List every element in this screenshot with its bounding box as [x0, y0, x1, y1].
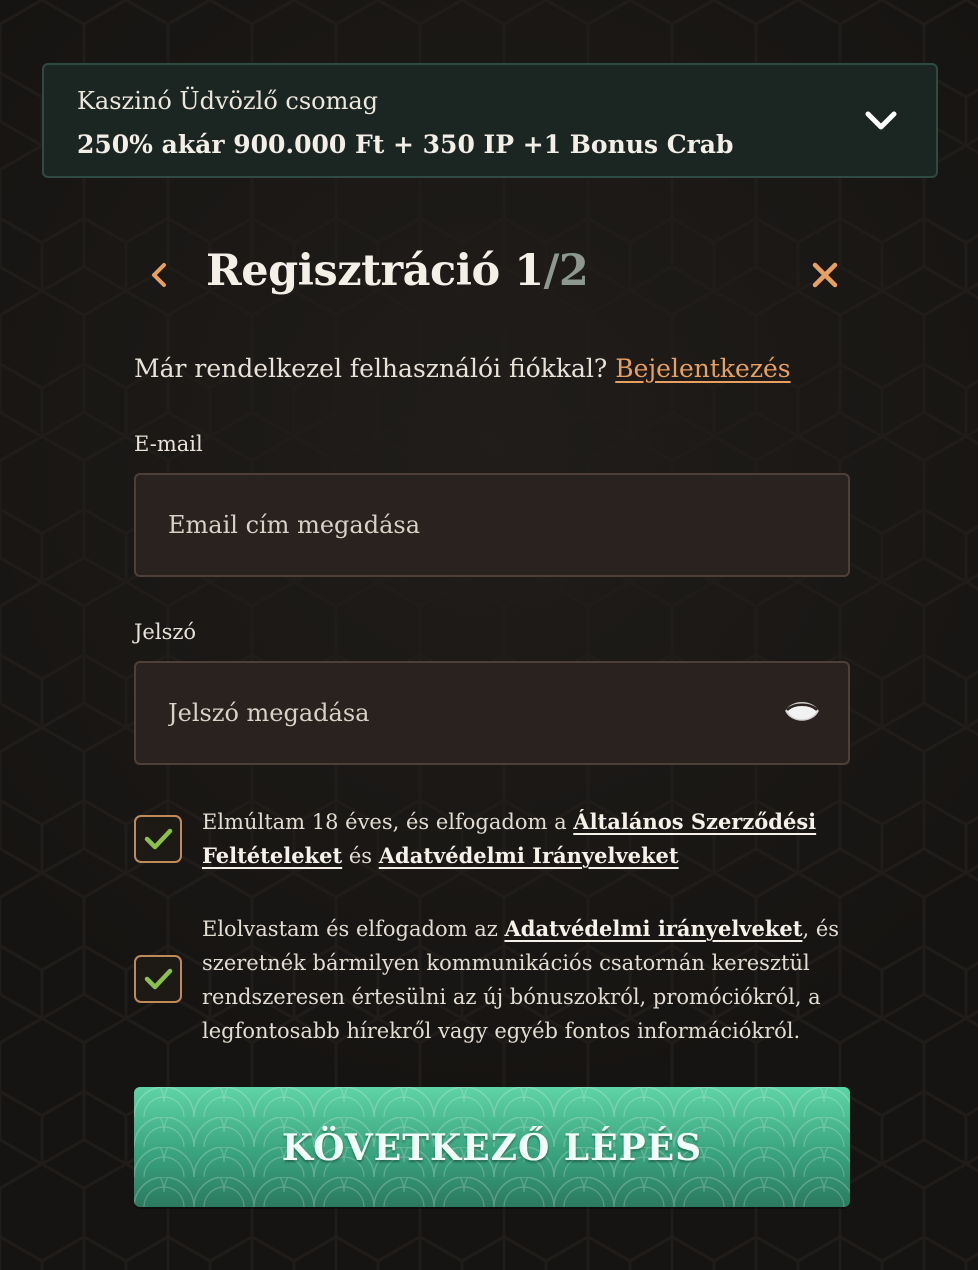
login-prompt-text: Már rendelkezel felhasználói fiókkal? [134, 354, 608, 383]
step-current: 1 [514, 246, 544, 296]
marketing-text-before: Elolvastam és elfogadom az [202, 917, 498, 941]
password-label: Jelszó [134, 620, 197, 644]
close-icon[interactable] [806, 256, 844, 294]
chevron-down-icon[interactable] [864, 109, 898, 133]
privacy-policy-link[interactable]: Adatvédelmi Irányelveket [379, 843, 679, 868]
checkmark-icon [144, 828, 173, 850]
terms-consent-text: Elmúltam 18 éves, és elfogadom a Általán… [202, 805, 862, 873]
password-input[interactable] [168, 663, 768, 763]
title-text: Regisztráció [206, 246, 500, 296]
bonus-offer: 250% akár 900.000 Ft + 350 IP +1 Bonus C… [77, 130, 734, 159]
page-title: Regisztráció 1/2 [206, 246, 589, 296]
terms-text-before: Elmúltam 18 éves, és elfogadom a [202, 810, 567, 834]
welcome-bonus-dropdown[interactable]: Kaszinó Üdvözlő csomag 250% akár 900.000… [42, 63, 938, 178]
password-field-container [134, 661, 850, 765]
email-label: E-mail [134, 432, 203, 456]
next-step-button[interactable]: KÖVETKEZŐ LÉPÉS [134, 1087, 850, 1207]
marketing-consent-text: Elolvastam és elfogadom az Adatvédelmi i… [202, 912, 862, 1048]
next-step-label: KÖVETKEZŐ LÉPÉS [281, 1127, 703, 1169]
chevron-left-icon[interactable] [140, 255, 176, 295]
login-link[interactable]: Bejelentkezés [615, 354, 790, 383]
eye-icon[interactable] [784, 697, 820, 729]
email-input[interactable] [168, 475, 768, 575]
terms-text-middle: és [348, 844, 373, 868]
marketing-privacy-link[interactable]: Adatvédelmi irányelveket [504, 916, 802, 941]
login-prompt: Már rendelkezel felhasználói fiókkal? Be… [134, 354, 791, 383]
step-total: /2 [543, 246, 589, 296]
marketing-checkbox[interactable] [134, 955, 182, 1003]
checkmark-icon [144, 968, 173, 990]
email-field-container [134, 473, 850, 577]
bonus-title: Kaszinó Üdvözlő csomag [77, 87, 379, 115]
terms-checkbox[interactable] [134, 815, 182, 863]
